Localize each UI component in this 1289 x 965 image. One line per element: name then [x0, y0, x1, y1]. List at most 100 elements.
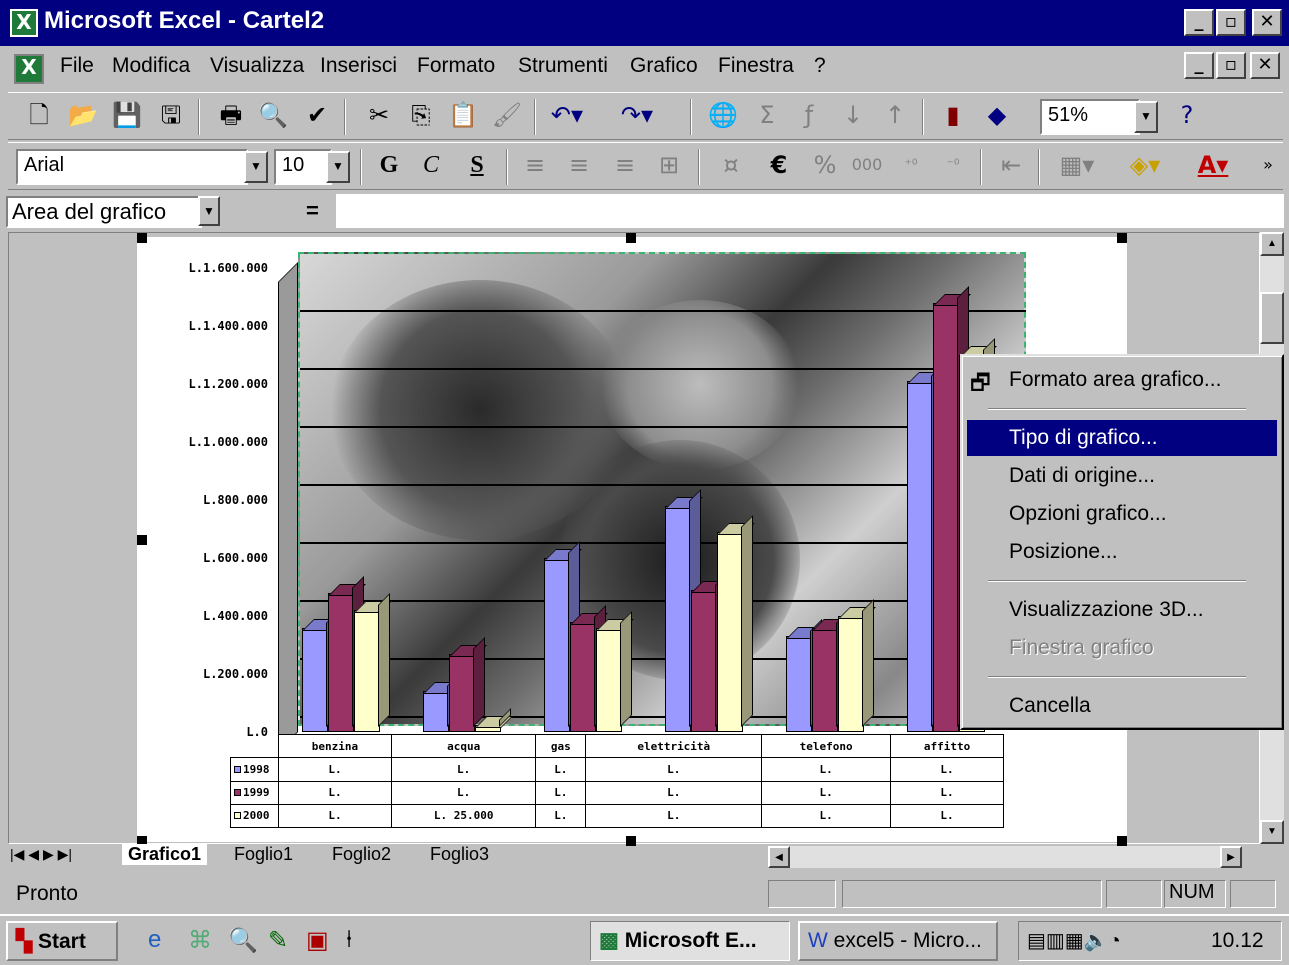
italic-button[interactable]: C	[412, 147, 450, 185]
scroll-left-icon[interactable]: ◀	[768, 846, 790, 868]
bar-1999-2[interactable]	[570, 622, 596, 732]
bar-1998-3[interactable]	[665, 506, 691, 732]
name-box-dropdown-icon[interactable]: ▼	[198, 196, 220, 226]
bar-1999-0[interactable]	[328, 593, 354, 732]
menu-item-location[interactable]: Posizione...	[967, 534, 1277, 570]
font-dropdown-icon[interactable]: ▼	[244, 151, 268, 183]
menu-formato[interactable]: Formato	[417, 54, 495, 78]
menu-file[interactable]: File	[60, 54, 94, 78]
menu-modifica[interactable]: Modifica	[112, 54, 190, 78]
tab-foglio2[interactable]: Foglio2	[332, 844, 391, 865]
quick-launch-icon[interactable]: ⍿	[346, 926, 352, 954]
tab-foglio1[interactable]: Foglio1	[234, 844, 293, 865]
menu-finestra[interactable]: Finestra	[718, 54, 794, 78]
copy-icon[interactable]: ⎘	[402, 97, 440, 135]
excel-app-icon[interactable]: X	[10, 9, 38, 37]
task-word[interactable]: W excel5 - Micro...	[798, 921, 998, 961]
scroll-up-icon[interactable]: ▲	[1260, 232, 1284, 256]
print-preview-icon[interactable]: 🔍	[254, 97, 292, 135]
start-button[interactable]: ▚ Start	[6, 921, 118, 961]
task-excel[interactable]: ▩ Microsoft E...	[590, 921, 790, 961]
bold-button[interactable]: G	[370, 147, 408, 185]
scroll-down-icon[interactable]: ▼	[1260, 820, 1284, 844]
bar-2000-0[interactable]	[354, 610, 380, 732]
bar-1999-1[interactable]	[449, 654, 475, 732]
doc-restore-button[interactable]: ▫	[1216, 52, 1246, 79]
function-icon[interactable]: ƒ	[790, 97, 828, 135]
align-right-icon[interactable]: ≡	[606, 147, 644, 185]
explorer-icon[interactable]: 🔍	[228, 926, 258, 955]
drawing-icon[interactable]: ◆	[978, 97, 1016, 135]
formula-input[interactable]	[336, 194, 1284, 228]
autosum-icon[interactable]: Σ	[748, 97, 786, 135]
selection-handle[interactable]	[1117, 233, 1127, 243]
format-painter-icon[interactable]: 🖌	[488, 97, 526, 135]
scroll-thumb[interactable]	[1260, 292, 1284, 344]
name-box[interactable]: Area del grafico	[6, 196, 202, 228]
menu-strumenti[interactable]: Strumenti	[518, 54, 608, 78]
doc-minimize-button[interactable]: _	[1184, 52, 1214, 79]
workbook-icon[interactable]: X	[14, 54, 44, 84]
bar-1999-3[interactable]	[691, 590, 717, 732]
align-left-icon[interactable]: ≡	[516, 147, 554, 185]
menu-grafico[interactable]: Grafico	[630, 54, 698, 78]
euro-button[interactable]: €	[760, 147, 798, 185]
menu-item-3d-view[interactable]: Visualizzazione 3D...	[967, 592, 1277, 628]
selection-handle[interactable]	[137, 535, 147, 545]
web-save-icon[interactable]: 🖫	[152, 97, 190, 135]
zoom-box[interactable]: 51%	[1040, 99, 1140, 135]
fill-color-icon[interactable]: ◈▾	[1126, 147, 1164, 185]
menu-item-chart-options[interactable]: Opzioni grafico...	[967, 496, 1277, 532]
bar-1998-1[interactable]	[423, 691, 449, 732]
thousands-button[interactable]: 000	[848, 147, 886, 185]
font-size-box[interactable]: 10	[274, 149, 332, 185]
desktop-icon[interactable]: ⌘	[188, 926, 212, 955]
cut-icon[interactable]: ✂	[360, 97, 398, 135]
menu-item-source-data[interactable]: Dati di origine...	[967, 458, 1277, 494]
merge-center-icon[interactable]: ⊞	[650, 147, 688, 185]
open-icon[interactable]: 📂	[64, 97, 102, 135]
maximize-button[interactable]: ▫	[1216, 9, 1246, 36]
new-icon[interactable]: 🗋	[20, 97, 58, 135]
bar-1998-2[interactable]	[544, 558, 570, 732]
sort-asc-icon[interactable]: ↓	[834, 97, 872, 135]
indent-icon[interactable]: ⇤	[992, 147, 1030, 185]
minimize-button[interactable]: _	[1184, 9, 1214, 36]
percent-button[interactable]: %	[806, 147, 844, 185]
spelling-icon[interactable]: ✔	[298, 97, 336, 135]
more-buttons-icon[interactable]: »	[1258, 147, 1278, 185]
redo-icon[interactable]: ↷▾	[618, 97, 656, 135]
save-icon[interactable]: 💾	[108, 97, 146, 135]
paste-icon[interactable]: 📋	[444, 97, 482, 135]
print-icon[interactable]: 🖶	[212, 97, 250, 135]
bar-1999-4[interactable]	[812, 628, 838, 732]
horizontal-scrollbar[interactable]: ◀ ▶	[768, 846, 1242, 868]
font-name-box[interactable]: Arial	[16, 149, 248, 185]
bar-2000-3[interactable]	[717, 532, 743, 732]
chart-wizard-icon[interactable]: ▮	[934, 97, 972, 135]
currency-icon[interactable]: ¤	[712, 147, 750, 185]
scroll-right-icon[interactable]: ▶	[1220, 846, 1242, 868]
bar-2000-1[interactable]	[475, 725, 501, 732]
size-dropdown-icon[interactable]: ▼	[326, 151, 350, 183]
bar-1998-0[interactable]	[302, 628, 328, 732]
undo-icon[interactable]: ↶▾	[548, 97, 586, 135]
ie-icon[interactable]: e	[148, 926, 161, 954]
menu-item-format-chart-area[interactable]: Formato area grafico...	[967, 362, 1277, 398]
tab-nav-icons[interactable]: |◀ ◀ ▶ ▶|	[10, 846, 72, 863]
menu-visualizza[interactable]: Visualizza	[210, 54, 304, 78]
bar-1998-4[interactable]	[786, 636, 812, 732]
borders-icon[interactable]: ▦▾	[1058, 147, 1096, 185]
help-icon[interactable]: ?	[1168, 97, 1206, 135]
menu-item-clear[interactable]: Cancella	[967, 688, 1277, 724]
office-icon[interactable]: ▣	[306, 926, 329, 955]
sort-desc-icon[interactable]: ↑	[876, 97, 914, 135]
align-center-icon[interactable]: ≡	[560, 147, 598, 185]
selection-handle[interactable]	[626, 233, 636, 243]
bar-2000-2[interactable]	[596, 628, 622, 732]
bar-1999-5[interactable]	[933, 303, 959, 732]
tab-grafico1[interactable]: Grafico1	[122, 844, 208, 865]
tray-icons[interactable]: ▤▥▦🔈◔	[1027, 928, 1121, 953]
doc-close-button[interactable]: ✕	[1250, 52, 1280, 79]
notepad-icon[interactable]: ✎	[268, 926, 288, 955]
